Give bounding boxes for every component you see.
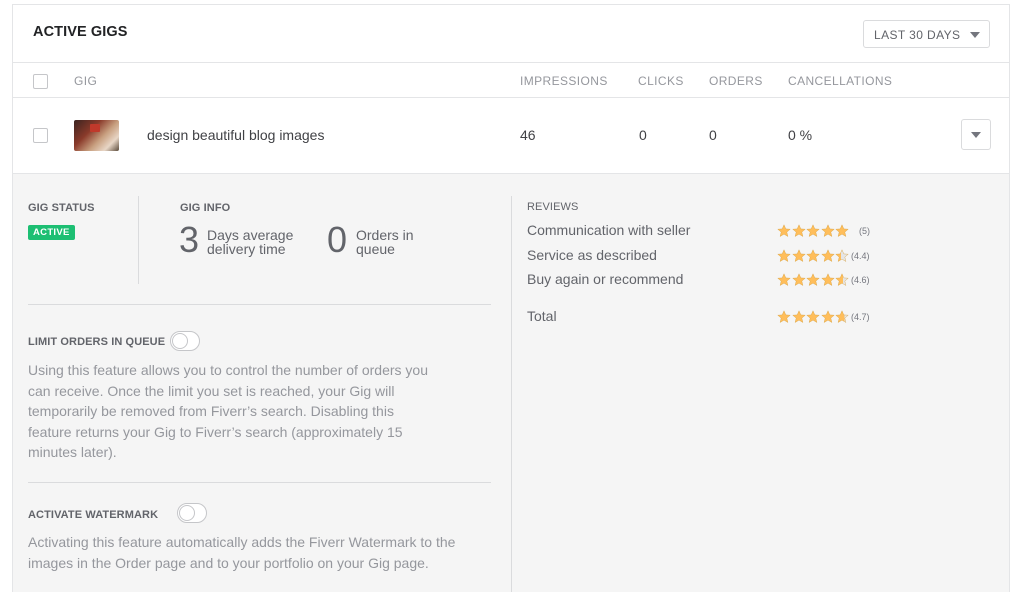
limit-orders-toggle[interactable] <box>170 331 200 351</box>
page-title: ACTIVE GIGS <box>33 24 128 40</box>
watermark-label: ACTIVATE WATERMARK <box>28 509 159 521</box>
limit-orders-description: Using this feature allows you to control… <box>28 362 428 460</box>
delivery-days-value: 3 <box>179 219 200 260</box>
divider <box>138 196 139 284</box>
star-icon <box>835 224 849 238</box>
toggle-knob <box>179 505 195 521</box>
gig-row-checkbox[interactable] <box>33 128 48 143</box>
gig-impressions: 46 <box>520 127 536 143</box>
star-icon <box>820 224 835 238</box>
review-service-score: (4.4) <box>851 251 870 261</box>
queue-count-text: Orders in queue <box>356 227 414 257</box>
delivery-days-text: Days average delivery time <box>207 227 294 257</box>
star-icon <box>777 310 791 324</box>
period-dropdown[interactable]: LAST 30 DAYS <box>863 20 990 48</box>
column-header-gig: GIG <box>74 74 98 88</box>
star-icon <box>835 249 849 263</box>
queue-count-value: 0 <box>327 219 348 260</box>
active-gigs-card: ACTIVE GIGS LAST 30 DAYS GIG IMPRESSIONS… <box>12 4 1010 592</box>
review-recommend-stars <box>777 273 849 287</box>
gig-title-link[interactable]: design beautiful blog images <box>147 127 324 143</box>
review-communication-score: (5) <box>859 226 870 236</box>
column-header-orders: ORDERS <box>709 74 763 88</box>
divider <box>28 304 491 305</box>
gig-details-panel: GIG STATUS ACTIVE GIG INFO 3 Days averag… <box>13 173 1009 592</box>
divider <box>28 482 491 483</box>
star-icon <box>791 310 806 324</box>
gig-row-expand-button[interactable] <box>961 119 991 150</box>
star-icon <box>791 224 806 238</box>
table-row: design beautiful blog images 46 0 0 0 % <box>13 99 1009 173</box>
star-icon <box>835 310 849 324</box>
column-header-impressions: IMPRESSIONS <box>520 74 608 88</box>
review-total-score: (4.7) <box>851 312 870 322</box>
star-icon <box>791 273 806 287</box>
star-icon <box>820 310 835 324</box>
star-icon <box>777 273 791 287</box>
reviews-label: REVIEWS <box>527 201 579 213</box>
star-icon <box>835 273 849 287</box>
star-icon <box>820 249 835 263</box>
review-communication-label: Communication with seller <box>527 222 691 238</box>
chevron-down-icon <box>971 132 981 138</box>
toggle-knob <box>172 333 188 349</box>
star-icon <box>806 224 820 238</box>
column-header-clicks: CLICKS <box>638 74 684 88</box>
gig-info-label: GIG INFO <box>180 202 231 214</box>
card-header: ACTIVE GIGS LAST 30 DAYS <box>13 5 1009 63</box>
gig-status-label: GIG STATUS <box>28 202 95 214</box>
gig-orders: 0 <box>709 127 717 143</box>
star-icon <box>777 224 791 238</box>
star-icon <box>806 273 820 287</box>
period-label: LAST 30 DAYS <box>874 28 961 42</box>
gig-cancellations: 0 % <box>788 127 813 143</box>
star-icon <box>806 249 820 263</box>
gig-clicks: 0 <box>639 127 647 143</box>
column-header-cancellations: CANCELLATIONS <box>788 74 893 88</box>
limit-orders-label: LIMIT ORDERS IN QUEUE <box>28 336 166 348</box>
status-badge: ACTIVE <box>28 225 75 240</box>
star-icon <box>791 249 806 263</box>
review-service-stars <box>777 249 849 263</box>
star-icon <box>777 249 791 263</box>
review-total-stars <box>777 310 849 324</box>
star-icon <box>806 310 820 324</box>
divider <box>511 196 512 592</box>
review-recommend-score: (4.6) <box>851 275 870 285</box>
review-recommend-label: Buy again or recommend <box>527 271 684 287</box>
table-header: GIG IMPRESSIONS CLICKS ORDERS CANCELLATI… <box>13 63 1009 98</box>
watermark-toggle[interactable] <box>177 503 207 523</box>
chevron-down-icon <box>970 32 980 38</box>
select-all-checkbox[interactable] <box>33 74 48 89</box>
review-service-label: Service as described <box>527 247 657 263</box>
gig-thumbnail[interactable] <box>74 120 119 151</box>
star-icon <box>820 273 835 287</box>
watermark-description: Activating this feature automatically ad… <box>28 534 456 571</box>
review-total-label: Total <box>527 308 557 324</box>
review-communication-stars <box>777 224 849 238</box>
